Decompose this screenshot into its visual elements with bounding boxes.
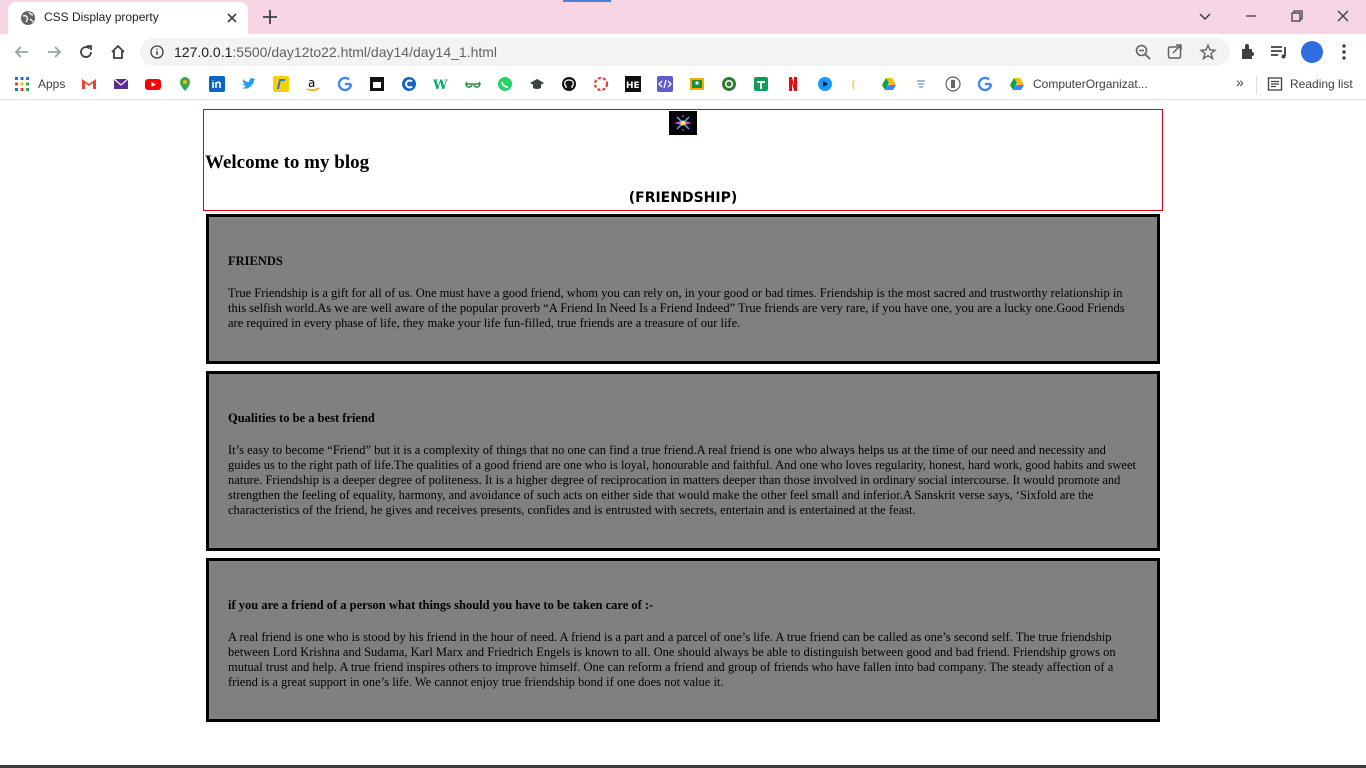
- blog-header: Welcome to my blog (FRIENDSHIP): [203, 109, 1163, 211]
- home-icon: [111, 44, 125, 59]
- svg-text:HE: HE: [626, 81, 640, 91]
- codepen-icon[interactable]: [657, 76, 673, 92]
- chevron-down-icon: [1199, 13, 1211, 21]
- arrow-right-icon: [48, 46, 62, 58]
- json-icon[interactable]: ( ): [849, 76, 870, 92]
- star-icon[interactable]: [1199, 43, 1217, 61]
- home-button[interactable]: [106, 40, 130, 64]
- mail-icon[interactable]: [113, 76, 129, 92]
- extensions-icon[interactable]: [1237, 41, 1259, 63]
- globe-icon: [21, 11, 35, 25]
- tab-search-button[interactable]: [1192, 4, 1218, 28]
- page-subtitle: (FRIENDSHIP): [628, 190, 738, 206]
- tab-strip: CSS Display property: [0, 0, 1366, 34]
- url-text[interactable]: 127.0.0.1:5500/day12to22.html/day14/day1…: [174, 44, 497, 60]
- gmail-icon[interactable]: [81, 76, 97, 92]
- bookmark-computer-organization[interactable]: ComputerOrganizat...: [1033, 77, 1148, 91]
- udemy-icon[interactable]: [913, 76, 929, 92]
- geeksforgeeks-icon[interactable]: [465, 76, 481, 92]
- google-icon[interactable]: [977, 76, 993, 92]
- section-title: FRIENDS: [228, 254, 283, 268]
- meet-icon[interactable]: [721, 76, 737, 92]
- tab-title: CSS Display property: [44, 10, 159, 24]
- restore-button[interactable]: [1284, 4, 1310, 28]
- amazon-icon[interactable]: a: [305, 76, 321, 92]
- url-host: 127.0.0.1: [174, 44, 233, 60]
- profile-avatar[interactable]: [1301, 41, 1323, 63]
- browser-toolbar: 127.0.0.1:5500/day12to22.html/day14/day1…: [0, 34, 1366, 70]
- section-text: It’s easy to become “Friend” but it is a…: [228, 443, 1137, 517]
- youtube-icon[interactable]: [145, 76, 161, 92]
- svg-text:a: a: [308, 76, 315, 90]
- flipkart-icon[interactable]: [273, 76, 289, 92]
- close-icon[interactable]: [224, 10, 240, 26]
- apps-grid-icon[interactable]: [14, 76, 30, 92]
- classroom-icon[interactable]: [689, 76, 705, 92]
- url-path: :5500/day12to22.html/day14/day14_1.html: [232, 44, 498, 60]
- more-menu-icon[interactable]: [1333, 41, 1355, 63]
- google-icon[interactable]: [337, 76, 353, 92]
- minimize-button[interactable]: [1238, 4, 1264, 28]
- bookmarks-bar: Apps a W HE ( ) ComputerOrganizat... » R…: [0, 70, 1366, 100]
- github-icon[interactable]: [561, 76, 577, 92]
- scholar-icon[interactable]: [529, 76, 545, 92]
- page-content: Welcome to my blog (FRIENDSHIP) FRIENDS …: [0, 101, 1366, 768]
- minimize-icon: [1246, 15, 1256, 17]
- svg-text:W: W: [433, 78, 448, 92]
- whatsapp-icon[interactable]: [497, 76, 513, 92]
- content-section-friends: FRIENDS True Friendship is a gift for al…: [206, 214, 1160, 364]
- tab-strip-indicator: [563, 0, 611, 2]
- linkedin-icon[interactable]: [209, 76, 225, 92]
- page-title: Welcome to my blog: [205, 152, 370, 173]
- drive-icon: [1009, 76, 1025, 92]
- codechef-icon[interactable]: [401, 76, 417, 92]
- drive-icon[interactable]: [881, 76, 897, 92]
- leetcode-icon[interactable]: [593, 76, 609, 92]
- content-section-care: if you are a friend of a person what thi…: [206, 558, 1160, 722]
- close-window-button[interactable]: [1330, 4, 1356, 28]
- sheets-icon[interactable]: [753, 76, 769, 92]
- maps-icon[interactable]: [177, 76, 193, 92]
- code-icon[interactable]: [945, 76, 961, 92]
- restore-icon: [1291, 10, 1303, 22]
- info-icon[interactable]: [150, 45, 164, 59]
- hackerrank-icon[interactable]: [369, 76, 385, 92]
- forward-button[interactable]: [42, 40, 66, 64]
- hackerearth-icon[interactable]: HE: [625, 76, 641, 92]
- section-title: if you are a friend of a person what thi…: [228, 598, 654, 612]
- bookmark-apps[interactable]: Apps: [38, 77, 65, 91]
- arrow-left-icon: [14, 46, 28, 58]
- new-tab-icon[interactable]: [258, 6, 282, 28]
- reload-button[interactable]: [74, 40, 98, 64]
- reading-list-button[interactable]: Reading list: [1290, 77, 1353, 91]
- section-text: A real friend is one who is stood by his…: [228, 630, 1116, 689]
- prime-icon[interactable]: [817, 76, 833, 92]
- reading-list-icon[interactable]: [1267, 76, 1283, 92]
- twitter-icon[interactable]: [241, 76, 257, 92]
- address-bar[interactable]: 127.0.0.1:5500/day12to22.html/day14/day1…: [140, 38, 1230, 66]
- reload-icon: [80, 45, 92, 58]
- section-text: True Friendship is a gift for all of us.…: [228, 286, 1125, 330]
- close-icon: [1337, 10, 1349, 22]
- bookmarks-overflow-button[interactable]: »: [1236, 74, 1244, 90]
- w3schools-icon[interactable]: W: [432, 76, 449, 93]
- svg-text:( ): ( ): [850, 78, 865, 91]
- zoom-icon[interactable]: [1134, 43, 1152, 61]
- content-section-qualities: Qualities to be a best friend It’s easy …: [206, 371, 1160, 551]
- section-title: Qualities to be a best friend: [228, 411, 375, 425]
- bookmarks-divider: [1256, 76, 1257, 94]
- back-button[interactable]: [10, 40, 34, 64]
- logo-image: [669, 111, 697, 135]
- media-control-icon[interactable]: [1268, 41, 1290, 63]
- share-icon[interactable]: [1166, 43, 1184, 61]
- netflix-icon[interactable]: [785, 76, 801, 92]
- browser-tab[interactable]: CSS Display property: [8, 2, 248, 34]
